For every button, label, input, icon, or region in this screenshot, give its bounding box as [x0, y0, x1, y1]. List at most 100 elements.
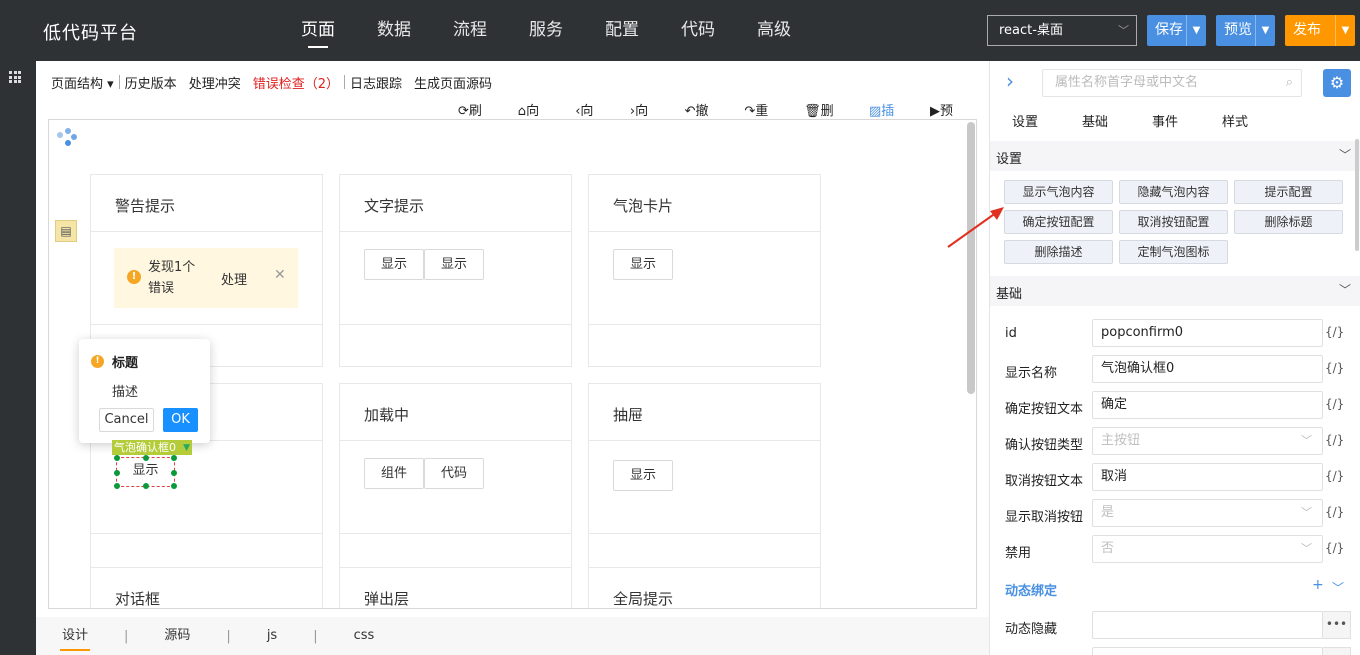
- panel-scrollbar[interactable]: [1355, 139, 1359, 251]
- show-button[interactable]: 显示: [613, 460, 673, 491]
- resize-handle[interactable]: [114, 483, 120, 489]
- caret-down-icon[interactable]: ▼: [1255, 15, 1275, 46]
- resize-handle[interactable]: [114, 455, 120, 461]
- tip-config-button[interactable]: 提示配置: [1234, 180, 1343, 204]
- tab-basic[interactable]: 基础: [1060, 111, 1130, 130]
- component-button[interactable]: 组件: [364, 458, 424, 489]
- selected-component[interactable]: 显示: [114, 455, 177, 489]
- prop-select-disabled[interactable]: 否 ﹀: [1092, 535, 1323, 563]
- resize-handle[interactable]: [143, 483, 149, 489]
- history-link[interactable]: 历史版本: [125, 73, 177, 92]
- save-button[interactable]: 保存 ▼: [1147, 15, 1206, 46]
- ok-button[interactable]: OK: [163, 408, 198, 432]
- tab-style[interactable]: 样式: [1200, 111, 1270, 130]
- add-icon[interactable]: +: [1312, 577, 1324, 593]
- expression-button[interactable]: {/}: [1325, 469, 1344, 483]
- caret-down-icon[interactable]: ▼: [183, 441, 190, 456]
- resize-handle[interactable]: [143, 455, 149, 461]
- card-drawer: 抽屉 显示: [588, 383, 821, 576]
- save-label: 保存: [1155, 22, 1183, 38]
- close-icon[interactable]: ✕: [274, 267, 286, 283]
- resize-handle[interactable]: [114, 470, 120, 476]
- cancel-button[interactable]: Cancel: [99, 408, 154, 432]
- resize-handle[interactable]: [171, 470, 177, 476]
- nav-advanced[interactable]: 高级: [736, 0, 812, 61]
- prop-input-display-name[interactable]: 气泡确认框0: [1092, 355, 1323, 383]
- caret-down-icon[interactable]: ▼: [1335, 15, 1355, 46]
- caret-down-icon[interactable]: ▼: [1186, 15, 1206, 46]
- page-structure-menu[interactable]: 页面结构 ▾: [51, 73, 114, 92]
- canvas-scrollbar[interactable]: [967, 122, 975, 394]
- resize-handle[interactable]: [171, 483, 177, 489]
- delete-desc-button[interactable]: 删除描述: [1004, 240, 1113, 264]
- nav-config[interactable]: 配置: [584, 0, 660, 61]
- chevron-down-icon[interactable]: ﹀: [1332, 579, 1344, 596]
- hide-bubble-content-button[interactable]: 隐藏气泡内容: [1119, 180, 1228, 204]
- component-tree-icon[interactable]: ▤: [55, 220, 77, 242]
- env-select[interactable]: react-桌面 ﹀: [987, 15, 1137, 46]
- show-button[interactable]: 显示: [364, 249, 424, 280]
- more-icon[interactable]: •••: [1323, 611, 1351, 639]
- publish-button[interactable]: 发布 ▼: [1285, 15, 1355, 46]
- annotation-arrow-icon: [947, 207, 1004, 248]
- show-button[interactable]: 显示: [613, 249, 673, 280]
- expression-button[interactable]: {/}: [1325, 397, 1344, 411]
- show-button[interactable]: 显示: [424, 249, 484, 280]
- property-search-input[interactable]: 属性名称首字母或中文名 ⌕: [1042, 69, 1302, 97]
- code-button[interactable]: 代码: [424, 458, 484, 489]
- tab-events[interactable]: 事件: [1130, 111, 1200, 130]
- nav-data[interactable]: 数据: [356, 0, 432, 61]
- tab-js[interactable]: js: [265, 617, 279, 655]
- preview-button[interactable]: 预览 ▼: [1216, 15, 1275, 46]
- chevron-down-icon: ﹀: [1301, 542, 1312, 555]
- logs-link[interactable]: 日志跟踪: [350, 73, 402, 92]
- tab-css[interactable]: css: [352, 617, 377, 655]
- prop-input-cancel-text[interactable]: 取消: [1092, 463, 1323, 491]
- prop-label-ok-type: 确认按钮类型: [1005, 438, 1084, 453]
- expression-button[interactable]: {/}: [1325, 541, 1344, 555]
- popconfirm-desc: 描述: [112, 385, 139, 400]
- expression-button[interactable]: {/}: [1325, 325, 1344, 339]
- tab-source[interactable]: 源码: [162, 617, 192, 655]
- chevron-right-icon[interactable]: ›: [1006, 69, 1014, 93]
- settings-section-header[interactable]: 设置 ﹀: [990, 141, 1360, 171]
- design-canvas[interactable]: ▤ 警告提示 ! 发现1个错误 处理 ✕ 文字提示 显示 显示 气泡卡片 显示 …: [48, 119, 977, 609]
- conflicts-link[interactable]: 处理冲突: [189, 73, 241, 92]
- delete-title-button[interactable]: 删除标题: [1234, 210, 1343, 234]
- nav-code[interactable]: 代码: [660, 0, 736, 61]
- expression-button[interactable]: {/}: [1325, 361, 1344, 375]
- card-text-tip: 文字提示 显示 显示: [339, 174, 572, 367]
- custom-bubble-icon-button[interactable]: 定制气泡图标: [1119, 240, 1228, 264]
- card-global-tip: 全局提示: [588, 567, 821, 608]
- divider: [343, 75, 345, 89]
- expression-button[interactable]: {/}: [1325, 433, 1344, 447]
- prop-select-show-cancel[interactable]: 是 ﹀: [1092, 499, 1323, 527]
- prop-input-dynamic-hide[interactable]: [1092, 611, 1323, 639]
- apps-grid-icon[interactable]: [9, 71, 21, 83]
- nav-flow[interactable]: 流程: [432, 0, 508, 61]
- chevron-down-icon[interactable]: ﹀: [1339, 146, 1351, 163]
- tab-design[interactable]: 设计: [60, 617, 91, 655]
- prop-input-id[interactable]: popconfirm0: [1092, 319, 1323, 347]
- expression-button[interactable]: {/}: [1325, 505, 1344, 519]
- gen-source-link[interactable]: 生成页面源码: [414, 73, 492, 92]
- loading-spinner-icon: [57, 128, 81, 152]
- basic-section-header[interactable]: 基础 ﹀: [990, 276, 1360, 306]
- selection-tag[interactable]: 气泡确认框0 ▼: [112, 440, 192, 455]
- nav-service[interactable]: 服务: [508, 0, 584, 61]
- tab-settings[interactable]: 设置: [990, 111, 1060, 130]
- cancel-button-config-button[interactable]: 取消按钮配置: [1119, 210, 1228, 234]
- gear-icon[interactable]: ⚙: [1323, 69, 1351, 97]
- prop-input-ok-text[interactable]: 确定: [1092, 391, 1323, 419]
- prop-select-ok-type[interactable]: 主按钮 ﹀: [1092, 427, 1323, 455]
- prop-input-next[interactable]: [1092, 647, 1323, 655]
- ok-button-config-button[interactable]: 确定按钮配置: [1004, 210, 1113, 234]
- alert-action-link[interactable]: 处理: [221, 269, 247, 288]
- show-bubble-content-button[interactable]: 显示气泡内容: [1004, 180, 1113, 204]
- more-icon[interactable]: •••: [1323, 647, 1351, 655]
- resize-handle[interactable]: [171, 455, 177, 461]
- show-button[interactable]: 显示: [117, 458, 174, 486]
- nav-page[interactable]: 页面: [280, 0, 356, 61]
- error-check-link[interactable]: 错误检查（2）: [253, 73, 339, 92]
- chevron-down-icon[interactable]: ﹀: [1339, 281, 1351, 298]
